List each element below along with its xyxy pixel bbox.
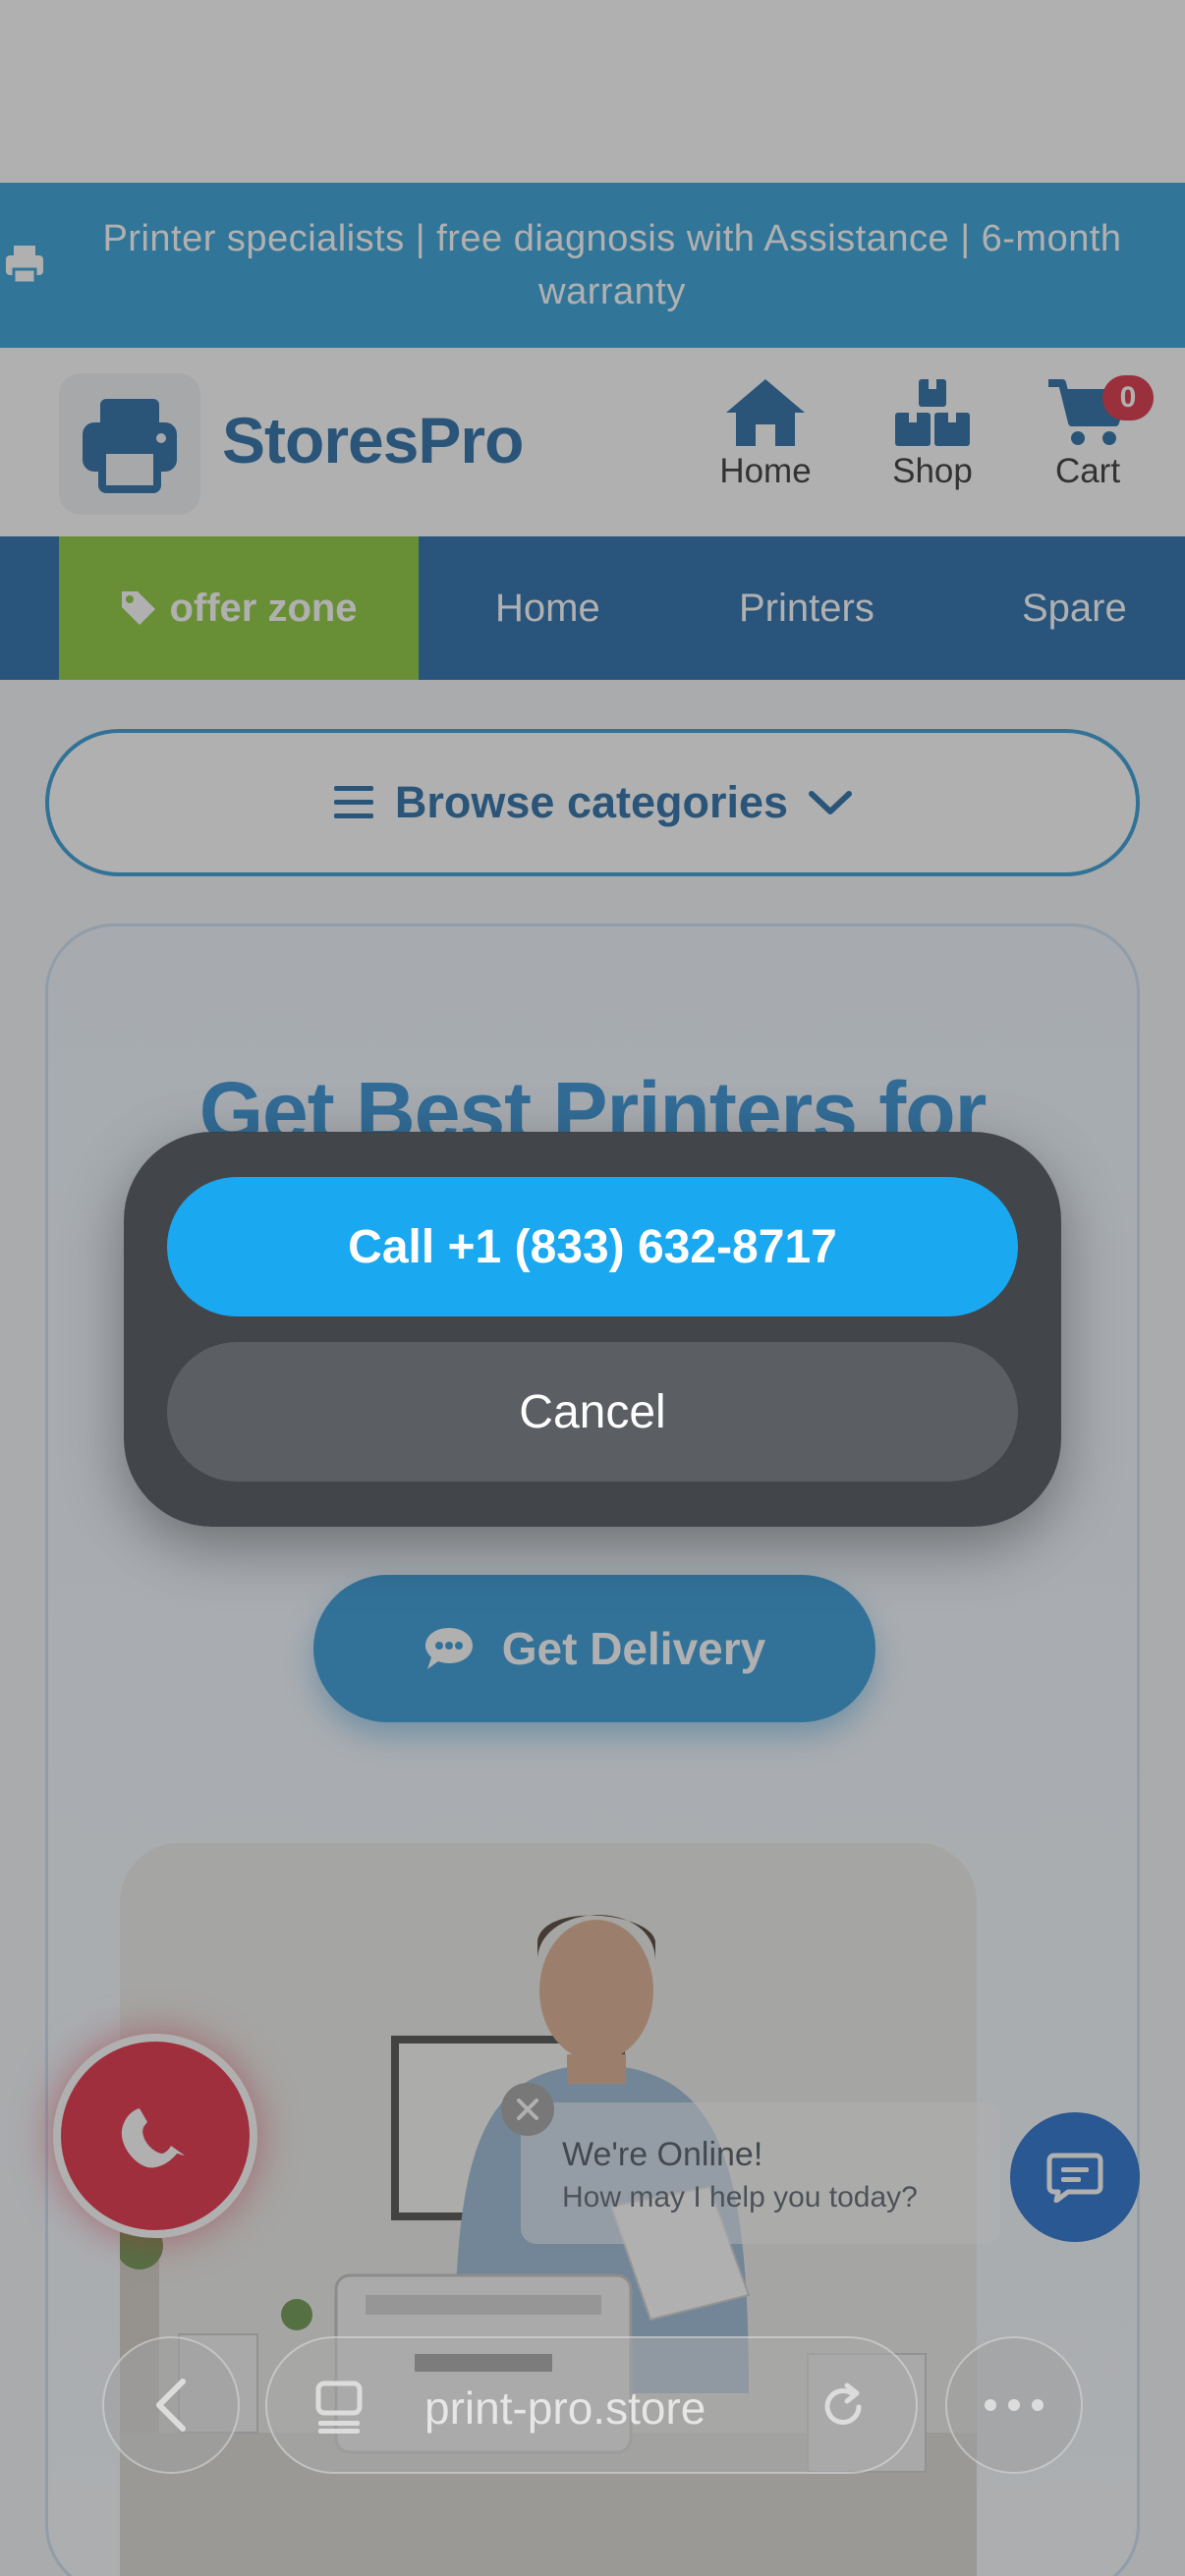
cancel-button[interactable]: Cancel bbox=[167, 1342, 1018, 1482]
browser-back-button[interactable] bbox=[102, 2336, 240, 2474]
call-phone-button[interactable]: Call +1 (833) 632-8717 bbox=[167, 1177, 1018, 1316]
more-dots-icon bbox=[985, 2399, 1044, 2411]
call-action-sheet: Call +1 (833) 632-8717 Cancel bbox=[124, 1132, 1061, 1527]
chevron-left-icon bbox=[156, 2379, 186, 2432]
reload-icon[interactable] bbox=[818, 2381, 869, 2437]
tab-overview-icon[interactable] bbox=[312, 2380, 366, 2439]
browser-url-bar[interactable]: print-pro.store bbox=[265, 2336, 918, 2474]
browser-more-button[interactable] bbox=[945, 2336, 1083, 2474]
url-text: print-pro.store bbox=[424, 2382, 706, 2434]
page: Printer specialists | free diagnosis wit… bbox=[0, 0, 1185, 2576]
